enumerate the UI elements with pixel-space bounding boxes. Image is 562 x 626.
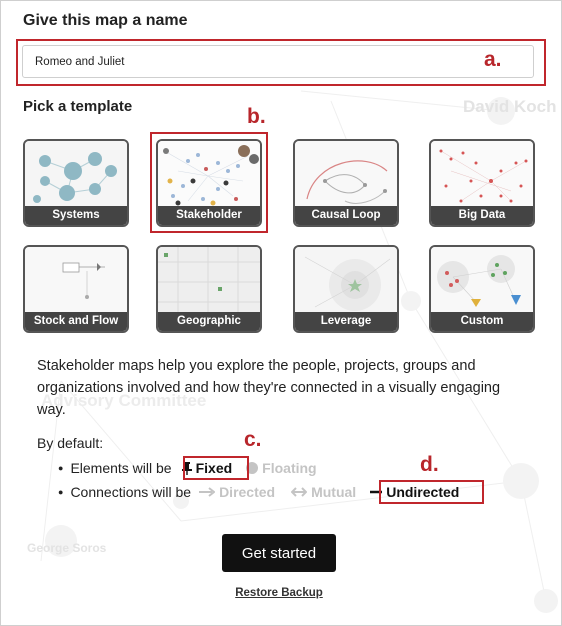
callout-c: c. <box>244 428 262 451</box>
elements-prefix: Elements will be <box>70 460 172 476</box>
template-label: Causal Loop <box>295 206 397 225</box>
option-floating-label: Floating <box>262 460 317 476</box>
undirected-highlight-box <box>379 480 484 504</box>
template-heading: Pick a template <box>23 98 133 115</box>
option-floating[interactable]: Floating <box>246 460 317 476</box>
modal-frame: David Koch George Soros Advisory Committ… <box>0 0 562 626</box>
template-label: Custom <box>431 312 533 331</box>
option-directed-label: Directed <box>219 484 276 500</box>
get-started-button[interactable]: Get started <box>222 534 336 572</box>
template-big-data[interactable]: Big Data <box>429 139 535 227</box>
template-causal-loop[interactable]: Causal Loop <box>293 139 399 227</box>
template-leverage[interactable]: Leverage <box>293 245 399 333</box>
fixed-highlight-box <box>183 456 249 480</box>
name-highlight-box <box>16 39 546 86</box>
template-custom[interactable]: Custom <box>429 245 535 333</box>
name-heading: Give this map a name <box>23 12 188 29</box>
defaults-heading: By default: <box>37 435 104 451</box>
template-label: Systems <box>25 206 127 225</box>
callout-d: d. <box>420 453 439 476</box>
template-systems[interactable]: Systems <box>23 139 129 227</box>
template-stock-and-flow[interactable]: Stock and Flow <box>23 245 129 333</box>
option-directed[interactable]: Directed <box>199 484 275 500</box>
template-label: Geographic <box>158 312 260 331</box>
template-label: Big Data <box>431 206 533 225</box>
template-stakeholder[interactable]: Stakeholder <box>156 139 262 227</box>
template-label: Leverage <box>295 312 397 331</box>
template-geographic[interactable]: Geographic <box>156 245 262 333</box>
template-label: Stock and Flow <box>25 312 127 331</box>
template-label: Stakeholder <box>158 206 260 225</box>
template-description: Stakeholder maps help you explore the pe… <box>37 358 501 418</box>
map-name-input[interactable] <box>22 45 534 78</box>
option-mutual[interactable]: Mutual <box>291 484 356 500</box>
arrow-both-icon <box>291 487 308 497</box>
restore-backup-link[interactable]: Restore Backup <box>1 587 557 599</box>
arrow-right-icon <box>199 487 216 497</box>
callout-a: a. <box>484 48 502 71</box>
callout-b: b. <box>247 105 266 128</box>
option-mutual-label: Mutual <box>311 484 357 500</box>
connections-prefix: Connections will be <box>70 484 192 500</box>
bullet: ● <box>58 487 64 497</box>
bullet: ● <box>58 463 64 473</box>
